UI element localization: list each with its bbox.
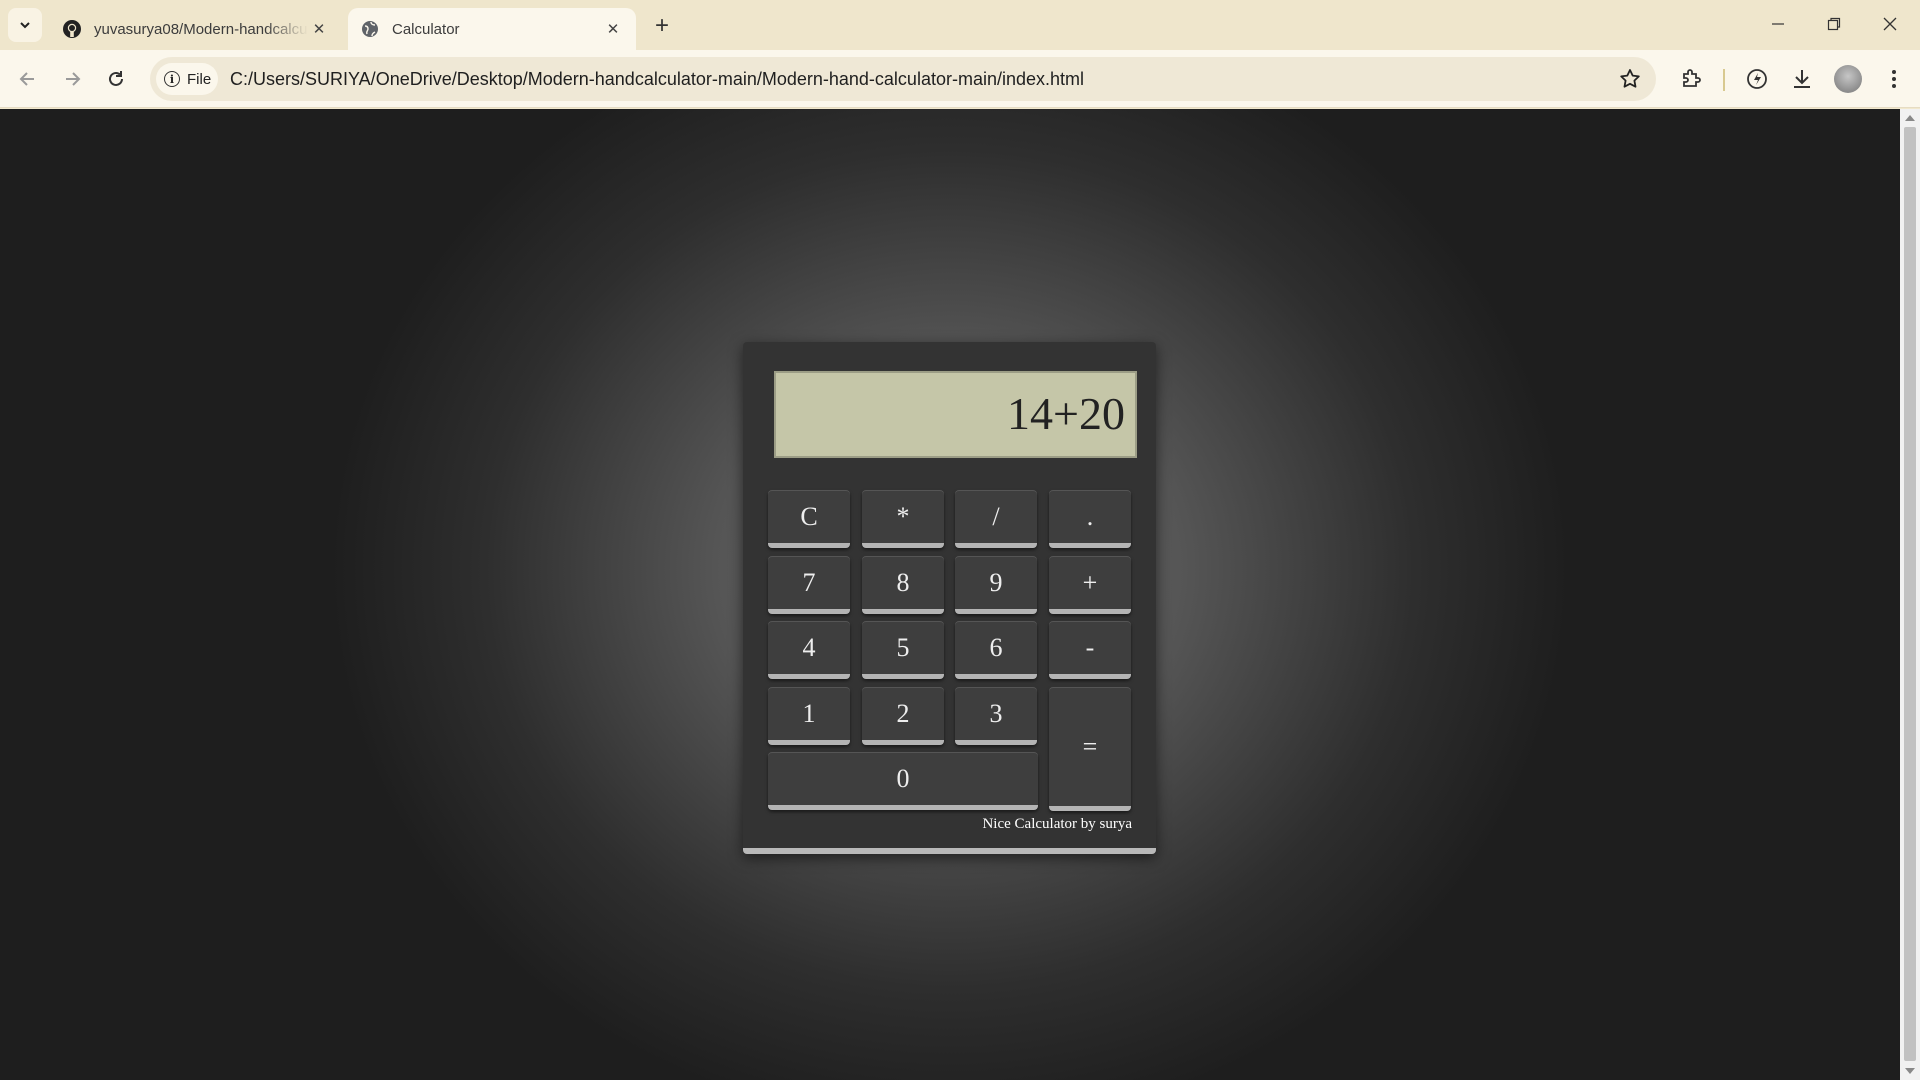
- performance-button[interactable]: [1743, 65, 1771, 93]
- vertical-scrollbar[interactable]: [1900, 109, 1920, 1080]
- key-9[interactable]: 9: [955, 556, 1037, 614]
- key-equals[interactable]: =: [1049, 687, 1131, 811]
- key-decimal[interactable]: .: [1049, 490, 1131, 548]
- scroll-down-arrow-icon[interactable]: [1905, 1068, 1915, 1074]
- scroll-up-arrow-icon[interactable]: [1905, 115, 1915, 121]
- key-multiply[interactable]: *: [862, 490, 944, 548]
- minimize-button[interactable]: [1750, 0, 1806, 48]
- bookmark-star-icon[interactable]: [1618, 67, 1642, 91]
- puzzle-icon: [1683, 69, 1701, 87]
- tab-title: Calculator: [392, 20, 460, 38]
- tab-github[interactable]: yuvasurya08/Modern-handcalculator-main ✕: [50, 8, 342, 50]
- close-tab-icon[interactable]: ✕: [308, 18, 330, 40]
- tab-calculator[interactable]: Calculator ✕: [348, 8, 636, 50]
- restore-icon: [1827, 17, 1841, 31]
- key-4[interactable]: 4: [768, 621, 850, 679]
- info-icon: i: [164, 71, 180, 87]
- more-vertical-icon: [1892, 70, 1896, 88]
- scrollbar-thumb[interactable]: [1904, 127, 1916, 1061]
- key-2[interactable]: 2: [862, 687, 944, 745]
- forward-arrow-icon: [66, 72, 81, 86]
- chevron-down-icon: [20, 22, 30, 29]
- calculator: 14+20 C * / . 7 8 9 + 4 5 6 - 1 2 3 = 0 …: [743, 342, 1156, 854]
- browser-toolbar: i File C:/Users/SURIYA/OneDrive/Desktop/…: [0, 50, 1920, 108]
- tab-strip: yuvasurya08/Modern-handcalculator-main ✕…: [0, 0, 1920, 50]
- key-divide[interactable]: /: [955, 490, 1037, 548]
- downloads-button[interactable]: [1788, 65, 1816, 93]
- reload-icon: [109, 71, 123, 86]
- performance-icon: [1747, 69, 1767, 89]
- url-text[interactable]: C:/Users/SURIYA/OneDrive/Desktop/Modern-…: [230, 57, 1084, 101]
- key-7[interactable]: 7: [768, 556, 850, 614]
- tab-search-button[interactable]: [8, 8, 42, 42]
- address-bar[interactable]: i File C:/Users/SURIYA/OneDrive/Desktop/…: [150, 57, 1656, 101]
- close-window-button[interactable]: [1862, 0, 1918, 48]
- extensions-button[interactable]: [1677, 65, 1705, 93]
- key-6[interactable]: 6: [955, 621, 1037, 679]
- key-add[interactable]: +: [1049, 556, 1131, 614]
- menu-button[interactable]: [1880, 65, 1908, 93]
- key-8[interactable]: 8: [862, 556, 944, 614]
- new-tab-button[interactable]: +: [648, 12, 676, 40]
- toolbar-divider: [1723, 69, 1725, 91]
- key-subtract[interactable]: -: [1049, 621, 1131, 679]
- scheme-label: File: [187, 70, 212, 88]
- globe-icon: [360, 19, 380, 39]
- key-5[interactable]: 5: [862, 621, 944, 679]
- github-icon: [62, 19, 82, 39]
- reload-button[interactable]: [100, 63, 132, 95]
- download-icon: [1794, 70, 1810, 88]
- key-1[interactable]: 1: [768, 687, 850, 745]
- restore-button[interactable]: [1806, 0, 1862, 48]
- calculator-display: 14+20: [774, 371, 1137, 458]
- key-clear[interactable]: C: [768, 490, 850, 548]
- close-icon: [1883, 17, 1897, 31]
- close-tab-icon[interactable]: ✕: [602, 18, 624, 40]
- profile-avatar[interactable]: [1834, 65, 1862, 93]
- tab-title: yuvasurya08/Modern-handcalculator-main: [94, 20, 308, 38]
- key-0[interactable]: 0: [768, 752, 1038, 810]
- calculator-credit: Nice Calculator by surya: [982, 816, 1132, 832]
- back-arrow-icon: [19, 72, 34, 86]
- forward-button[interactable]: [56, 63, 88, 95]
- minimize-icon: [1772, 23, 1784, 25]
- key-3[interactable]: 3: [955, 687, 1037, 745]
- site-info-chip[interactable]: i File: [156, 63, 218, 95]
- back-button[interactable]: [12, 63, 44, 95]
